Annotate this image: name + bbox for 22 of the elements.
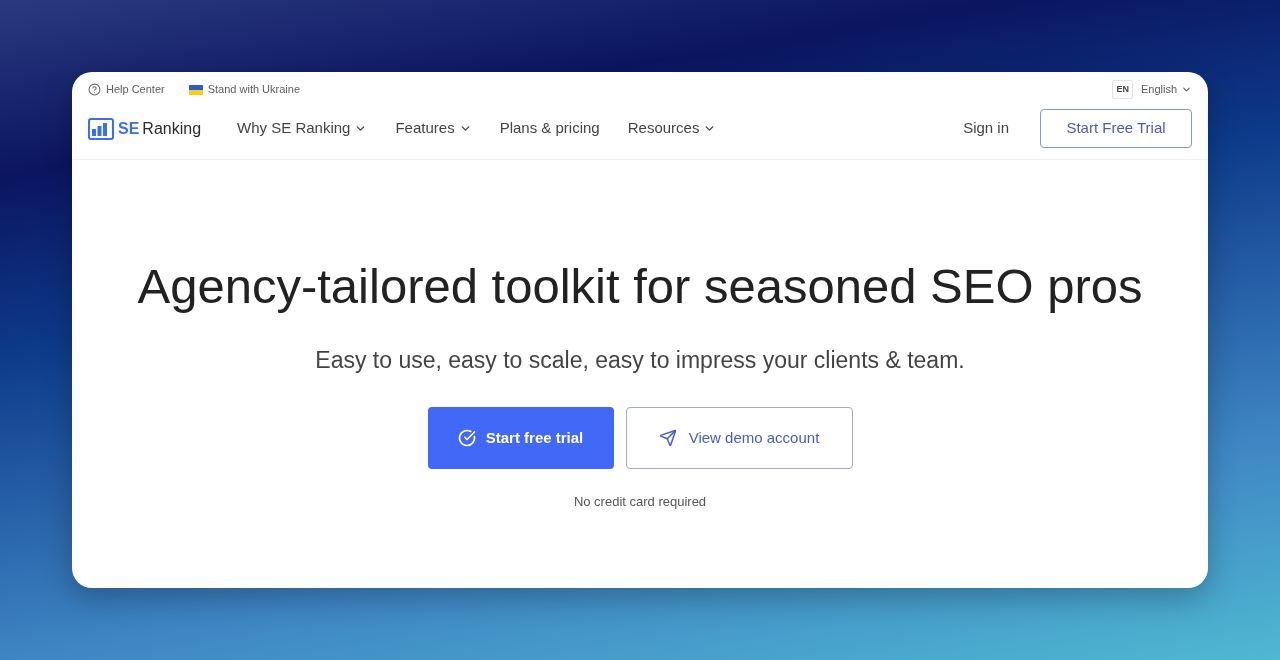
check-circle-icon [457, 429, 476, 447]
top-bar-link[interactable]: Stand with Ukraine [188, 81, 301, 98]
start-trial-button[interactable]: Start Free Trial [1040, 109, 1192, 148]
bar-chart-logo-icon [88, 117, 114, 140]
paper-plane-icon [658, 429, 677, 447]
hero-subtitle: Easy to use, easy to scale, easy to impress your clients & team. [315, 346, 965, 375]
demo-account-button[interactable]: View demo account [625, 407, 853, 469]
language-code-badge: EN [1112, 79, 1133, 100]
chevron-down-icon [1181, 84, 1192, 95]
nav-menu-item[interactable]: Resources [627, 117, 717, 140]
language-dropdown[interactable]: English [1140, 81, 1192, 98]
no-credit-card-note: No credit card required [573, 493, 707, 511]
hero-title: Agency-tailored toolkit for seasoned SEO pros [137, 258, 1143, 314]
logo[interactable]: SE Ranking [88, 116, 202, 141]
nav-menu-item[interactable]: Why SE Ranking [237, 117, 368, 140]
sign-in-link[interactable]: Sign in [963, 117, 1009, 140]
start-trial-button[interactable]: Start free trial [427, 407, 614, 469]
top-bar-link[interactable]: Help Center [88, 81, 165, 98]
flag-icon [188, 84, 203, 95]
nav-menu-item[interactable]: Plans & pricing [499, 117, 600, 140]
nav-menu-item[interactable]: Features [395, 117, 472, 140]
help-icon [88, 83, 101, 96]
